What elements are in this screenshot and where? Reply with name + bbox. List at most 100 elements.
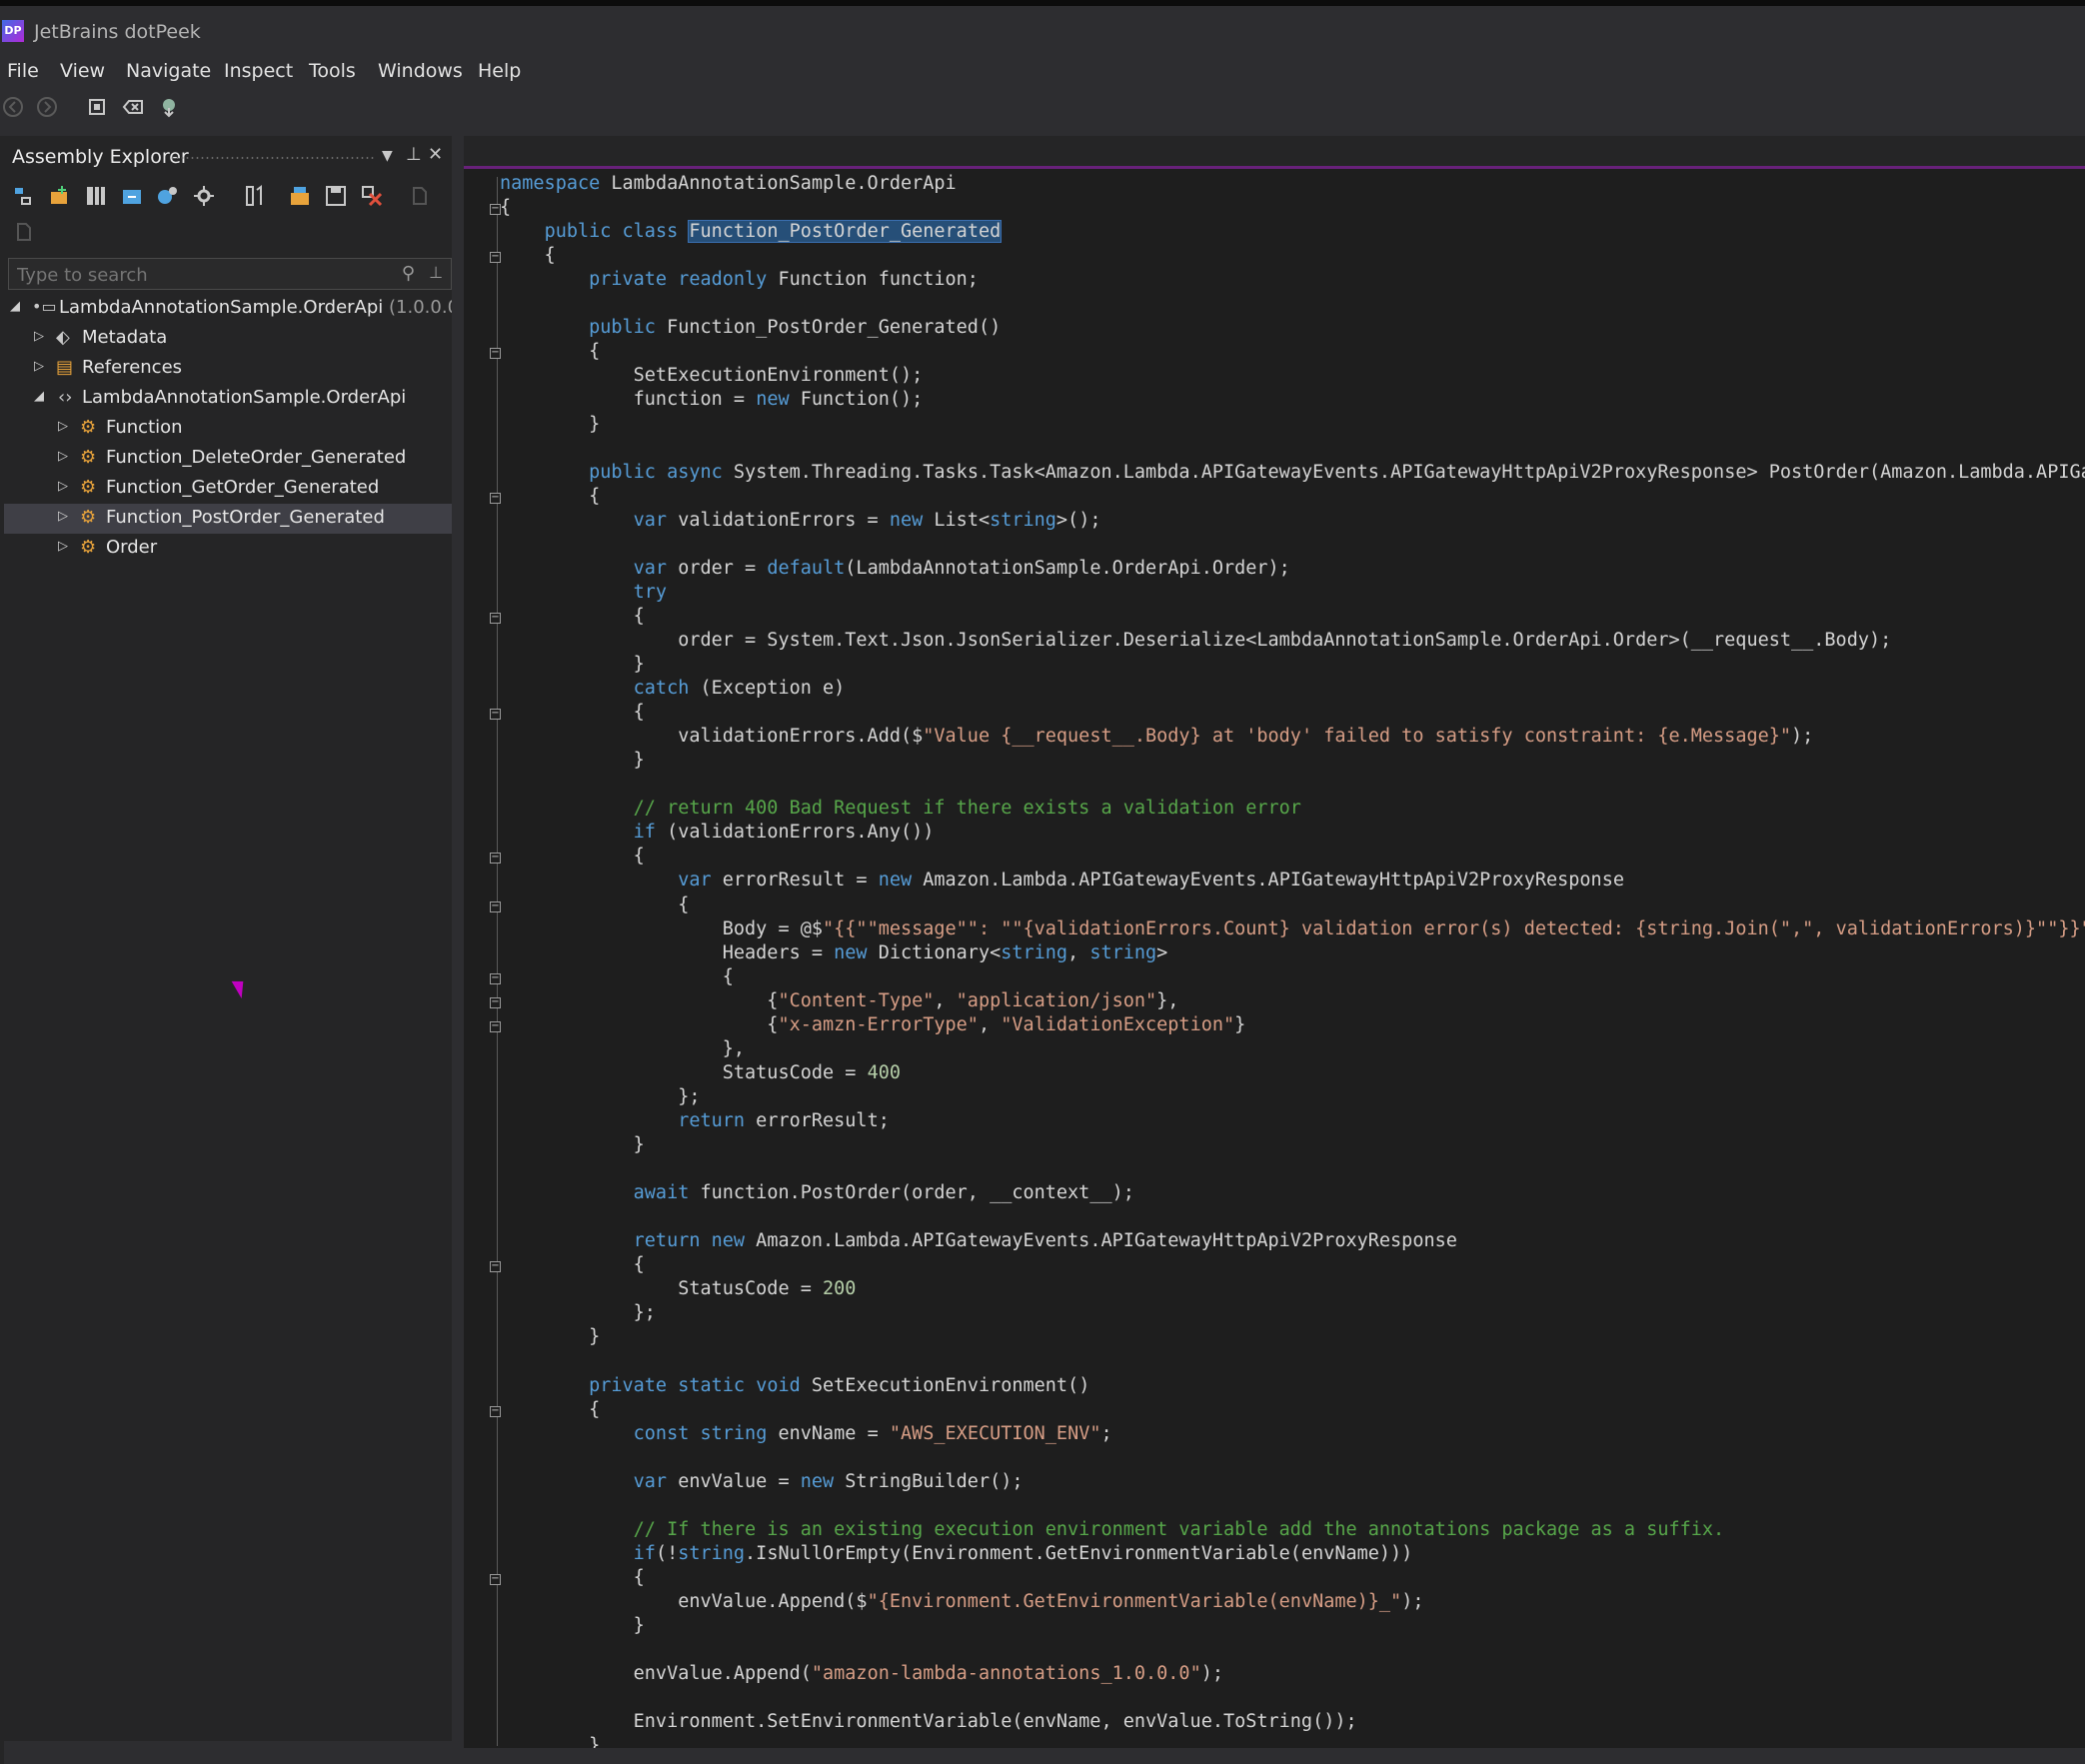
pin-icon[interactable]: ⊥ bbox=[406, 144, 422, 165]
chevron-down-icon[interactable]: ▼ bbox=[382, 148, 393, 164]
code-line: return errorResult; bbox=[500, 1110, 890, 1134]
code-token: { bbox=[500, 1254, 645, 1276]
collapsed-arrow-icon[interactable]: ▷ bbox=[58, 509, 68, 524]
code-token: new bbox=[834, 941, 868, 963]
tree-node-references[interactable]: ▷ ▤ References bbox=[4, 354, 452, 384]
code-token: validationErrors = bbox=[667, 509, 890, 531]
code-line: { bbox=[500, 245, 556, 269]
tree-node-class[interactable]: ▷ ⚙ Function bbox=[4, 414, 452, 444]
code-line: return new Amazon.Lambda.APIGatewayEvent… bbox=[500, 1230, 1457, 1254]
close-icon[interactable]: ✕ bbox=[428, 144, 443, 165]
code-token: string bbox=[990, 509, 1056, 531]
panel-splitter[interactable] bbox=[452, 136, 464, 1764]
tree-node-class[interactable]: ▷ ⚙ Function_DeleteOrder_Generated bbox=[4, 444, 452, 474]
cleanup-icon[interactable] bbox=[122, 96, 144, 118]
code-token: string bbox=[1001, 941, 1068, 963]
menu-tools[interactable]: Tools bbox=[309, 60, 356, 82]
menu-file[interactable]: File bbox=[7, 60, 39, 82]
code-token: errorResult; bbox=[745, 1109, 890, 1131]
code-token: const bbox=[633, 1422, 690, 1444]
main-toolbar bbox=[0, 86, 2085, 136]
pin-icon[interactable]: ⊥ bbox=[429, 263, 443, 282]
code-token: { bbox=[500, 1566, 645, 1588]
menu-view[interactable]: View bbox=[60, 60, 105, 82]
code-token: "application/json" bbox=[956, 989, 1157, 1011]
collapse-all-icon[interactable] bbox=[12, 184, 36, 208]
collapsed-arrow-icon[interactable]: ▷ bbox=[34, 359, 44, 374]
code-token: readonly bbox=[678, 269, 768, 291]
tree-node-metadata[interactable]: ▷ ⬖ Metadata bbox=[4, 324, 452, 354]
code-line: } bbox=[500, 414, 600, 438]
code-token: var bbox=[678, 870, 712, 891]
compare-icon[interactable] bbox=[242, 184, 266, 208]
menu-windows[interactable]: Windows bbox=[378, 60, 463, 82]
code-editor[interactable]: − − − − − − − − − − − − − − namespace LambdaAnnotatio… bbox=[464, 166, 2085, 1764]
export-project-icon[interactable] bbox=[288, 184, 312, 208]
highlighted-symbol: Function_PostOrder_Generated bbox=[688, 220, 1003, 244]
settings-gear-icon[interactable] bbox=[192, 184, 216, 208]
collapsed-arrow-icon[interactable]: ▷ bbox=[58, 479, 68, 494]
tree-node-assembly[interactable]: ◢ •▭ LambdaAnnotationSample.OrderApi (1.… bbox=[4, 294, 507, 324]
collapsed-arrow-icon[interactable]: ▷ bbox=[34, 329, 44, 344]
collapsed-arrow-icon[interactable]: ▷ bbox=[58, 539, 68, 554]
code-token: >(); bbox=[1055, 509, 1101, 531]
code-token: { bbox=[500, 485, 601, 507]
back-arrow-icon[interactable] bbox=[2, 96, 24, 118]
fold-gutter bbox=[497, 177, 498, 1746]
expanded-arrow-icon[interactable]: ◢ bbox=[10, 299, 20, 314]
tree-node-class-selected[interactable]: ▷ ⚙ Function_PostOrder_Generated bbox=[4, 504, 452, 534]
collapsed-arrow-icon[interactable]: ▷ bbox=[58, 419, 68, 434]
add-folder-icon[interactable] bbox=[48, 184, 72, 208]
export-icon[interactable] bbox=[158, 96, 180, 118]
menu-navigate[interactable]: Navigate bbox=[126, 60, 211, 82]
expanded-arrow-icon[interactable]: ◢ bbox=[34, 389, 44, 404]
horizontal-scrollbar[interactable] bbox=[464, 1748, 2085, 1764]
code-token: if bbox=[633, 822, 656, 844]
tree-node-namespace[interactable]: ◢ ‹› LambdaAnnotationSample.OrderApi bbox=[4, 384, 452, 414]
code-line: } bbox=[500, 1615, 645, 1639]
code-line: await function.PostOrder(order, __contex… bbox=[500, 1182, 1134, 1206]
assembly-list-icon[interactable] bbox=[84, 184, 108, 208]
panel-grip[interactable] bbox=[170, 156, 374, 160]
open-from-nuget-icon[interactable] bbox=[156, 184, 180, 208]
collapsed-arrow-icon[interactable]: ▷ bbox=[58, 449, 68, 464]
code-line: { bbox=[500, 1254, 645, 1278]
code-token: { bbox=[500, 989, 779, 1011]
remove-icon[interactable] bbox=[360, 184, 384, 208]
forward-arrow-icon[interactable] bbox=[36, 96, 58, 118]
code-token: try bbox=[633, 581, 668, 603]
code-token: ; bbox=[1100, 1422, 1112, 1444]
menu-inspect[interactable]: Inspect bbox=[224, 60, 293, 82]
code-token: } bbox=[500, 750, 645, 772]
code-line: } bbox=[500, 750, 645, 774]
open-from-gac-icon[interactable] bbox=[120, 184, 144, 208]
tree-node-class[interactable]: ▷ ⚙ Order bbox=[4, 534, 452, 564]
reload-icon[interactable] bbox=[12, 220, 36, 244]
save-icon[interactable] bbox=[324, 184, 348, 208]
refresh-icon[interactable] bbox=[408, 184, 432, 208]
code-token: } bbox=[500, 1615, 645, 1636]
code-token: string bbox=[1089, 941, 1157, 963]
code-token: , bbox=[934, 989, 957, 1011]
menu-help[interactable]: Help bbox=[478, 60, 521, 82]
horizontal-scrollbar[interactable] bbox=[4, 1741, 452, 1764]
search-icon[interactable]: ⚲ bbox=[402, 263, 415, 284]
code-line: if (validationErrors.Any()) bbox=[500, 822, 935, 846]
tree-node-class[interactable]: ▷ ⚙ Function_GetOrder_Generated bbox=[4, 474, 452, 504]
code-token: var bbox=[633, 509, 668, 531]
code-line: private static void SetExecutionEnvironm… bbox=[500, 1375, 1089, 1399]
search-input[interactable] bbox=[15, 263, 389, 287]
code-line: var envValue = new StringBuilder(); bbox=[500, 1471, 1024, 1495]
tree-node-label: LambdaAnnotationSample.OrderApi (1.0.0.0… bbox=[59, 297, 508, 318]
code-token: > bbox=[1156, 941, 1168, 963]
code-token: Amazon.Lambda.APIGatewayEvents.APIGatewa… bbox=[912, 870, 1624, 891]
code-token: void bbox=[756, 1374, 801, 1396]
open-assembly-icon[interactable] bbox=[86, 96, 108, 118]
